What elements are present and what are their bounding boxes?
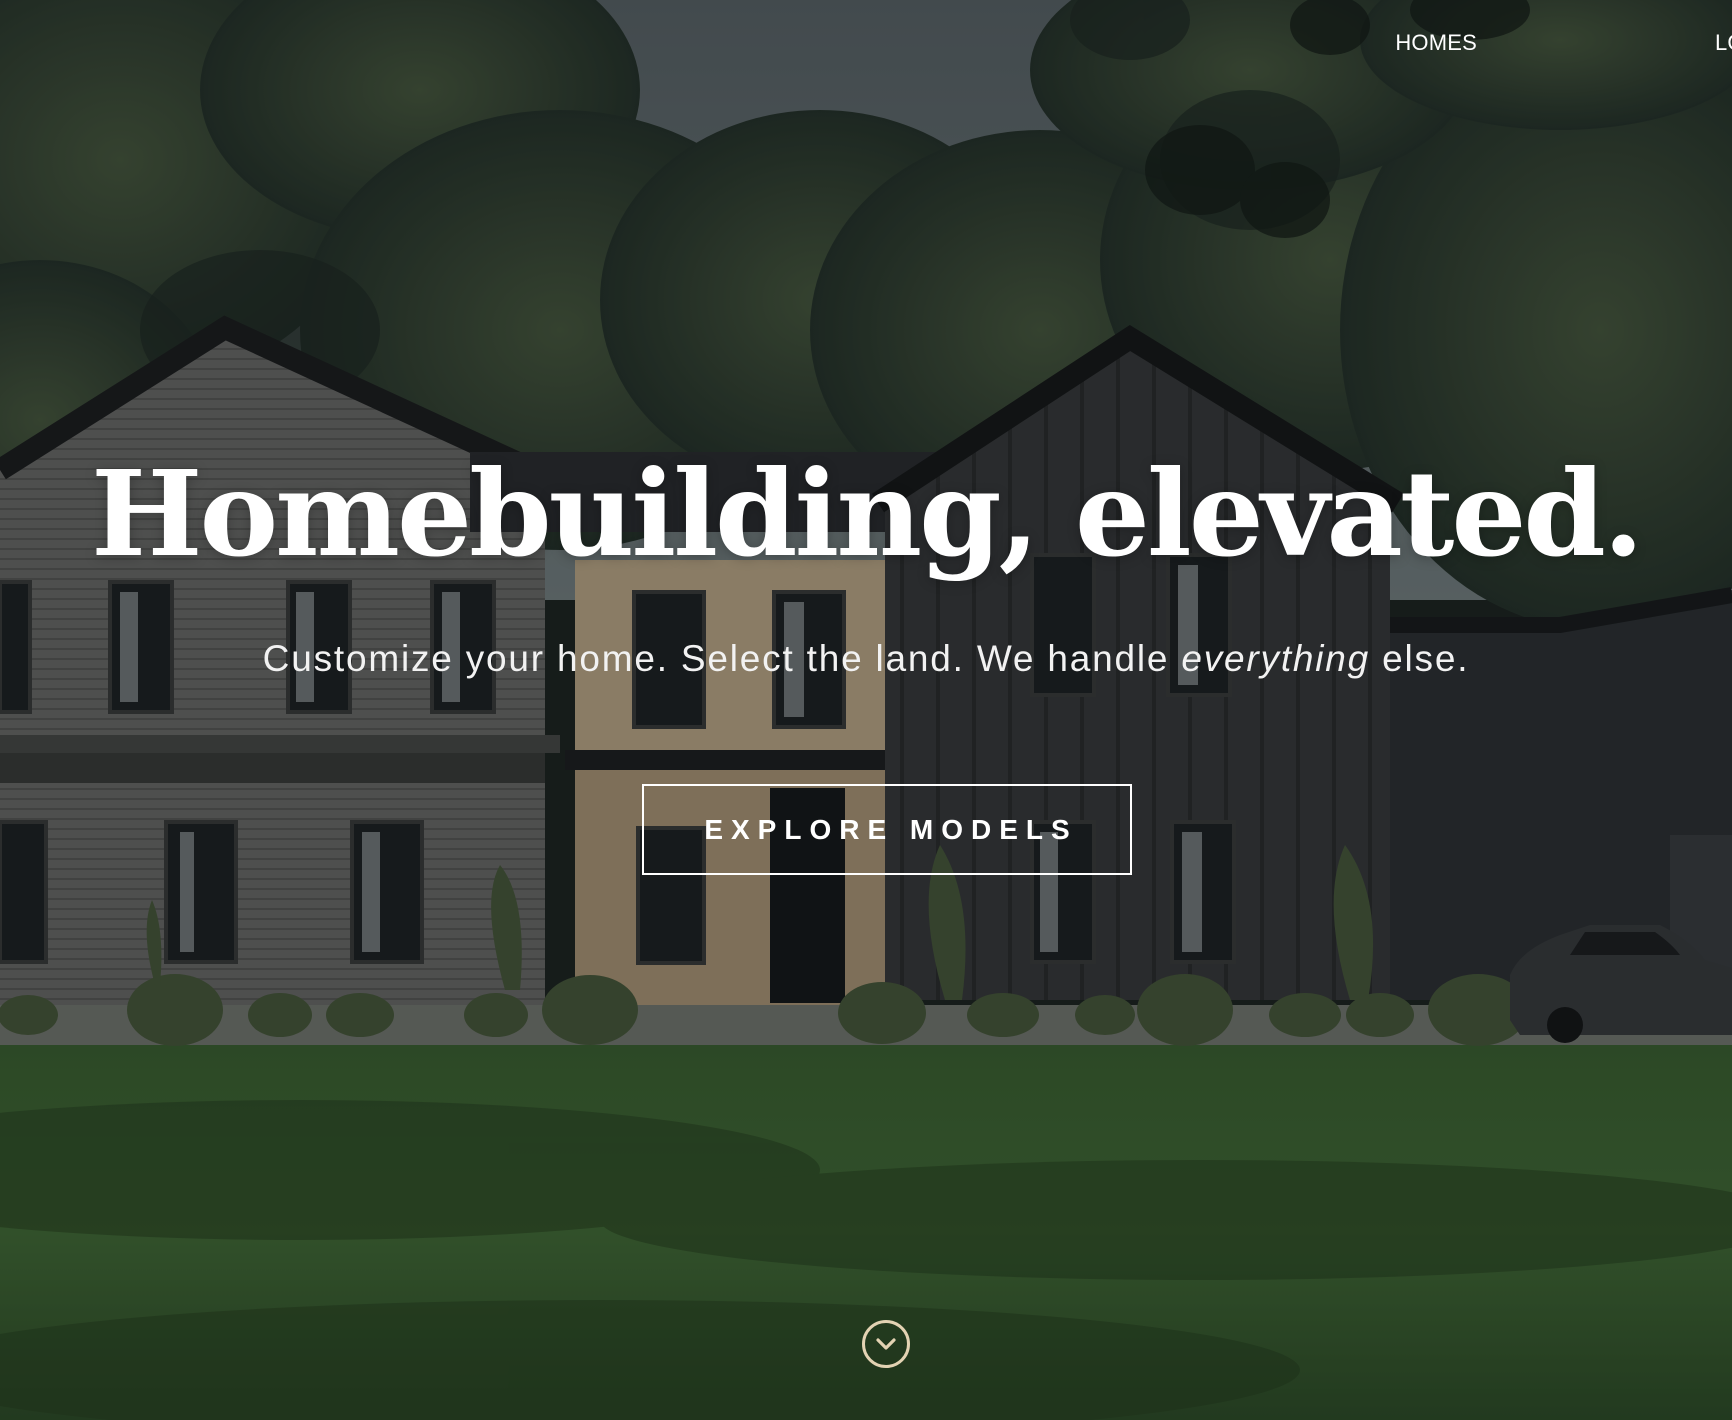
- nav-link-locations[interactable]: LOCATI: [1715, 30, 1732, 56]
- hero-headline: Homebuilding, elevated.: [90, 444, 1644, 583]
- hero-background: [0, 0, 1732, 1420]
- nav-link-homes[interactable]: HOMES: [1395, 30, 1477, 56]
- hero-subhead-emphasis: everything: [1181, 638, 1371, 679]
- hero-subhead: Customize your home. Select the land. We…: [0, 640, 1732, 677]
- explore-models-button[interactable]: EXPLORE MODELS: [642, 784, 1132, 875]
- hero-subhead-start: Customize your home. Select the land. We…: [262, 638, 1182, 679]
- chevron-down-icon: [876, 1338, 896, 1350]
- hero-subhead-end: else.: [1370, 638, 1470, 679]
- scroll-down-button[interactable]: [862, 1320, 910, 1368]
- hero-overlay: [0, 0, 1732, 1420]
